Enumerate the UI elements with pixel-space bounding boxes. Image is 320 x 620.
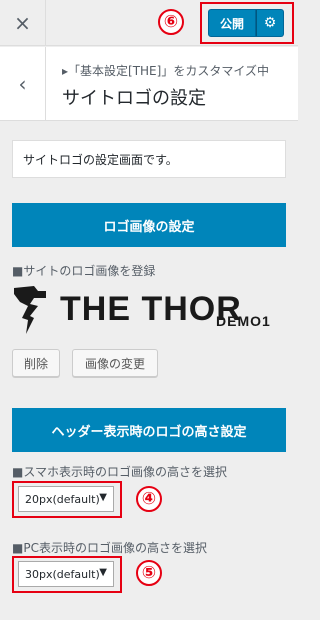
breadcrumb: ▸「基本設定[THE]」をカスタマイズ中 [62,64,269,78]
annotation-5: ⑤ [136,560,162,586]
gear-icon[interactable]: ⚙ [256,9,284,37]
logo-text: THE THOR [60,290,242,328]
back-icon[interactable]: ‹ [0,47,46,121]
section-header: ‹ ▸「基本設定[THE]」をカスタマイズ中 サイトロゴの設定 [0,47,298,121]
site-logo-image: THE THOR DEMO1 [12,282,288,336]
mobile-height-select[interactable]: 20px(default) ▼ [18,486,114,512]
remove-image-button[interactable]: 削除 [12,349,60,377]
publish-group: 公開 ⚙ [208,9,284,37]
pc-height-select[interactable]: 30px(default) ▼ [18,561,114,587]
pc-height-value: 30px(default) [25,567,100,581]
pc-height-label: ■PC表示時のロゴ画像の高さを選択 [12,541,207,555]
dropdown-caret-icon: ▼ [99,492,107,503]
mobile-height-label: ■スマホ表示時のロゴ画像の高さを選択 [12,465,227,479]
change-image-button[interactable]: 画像の変更 [72,349,158,377]
annotation-4: ④ [136,486,162,512]
customizer-header: × ⑥ 公開 ⚙ [0,0,298,46]
close-icon[interactable]: × [0,0,46,46]
dropdown-caret-icon: ▼ [99,567,107,578]
logo-hammer-icon: THE THOR DEMO1 [14,286,271,334]
mobile-height-value: 20px(default) [25,492,100,506]
annotation-6: ⑥ [158,9,184,35]
section-title: サイトロゴの設定 [62,88,206,109]
logo-suffix: DEMO1 [216,313,271,329]
publish-button[interactable]: 公開 [208,9,256,37]
logo-upload-label: ■サイトのロゴ画像を登録 [12,264,156,278]
logo-settings-heading: ロゴ画像の設定 [12,203,286,247]
description-box: サイトロゴの設定画面です。 [12,140,286,178]
logo-height-heading: ヘッダー表示時のロゴの高さ設定 [12,408,286,452]
